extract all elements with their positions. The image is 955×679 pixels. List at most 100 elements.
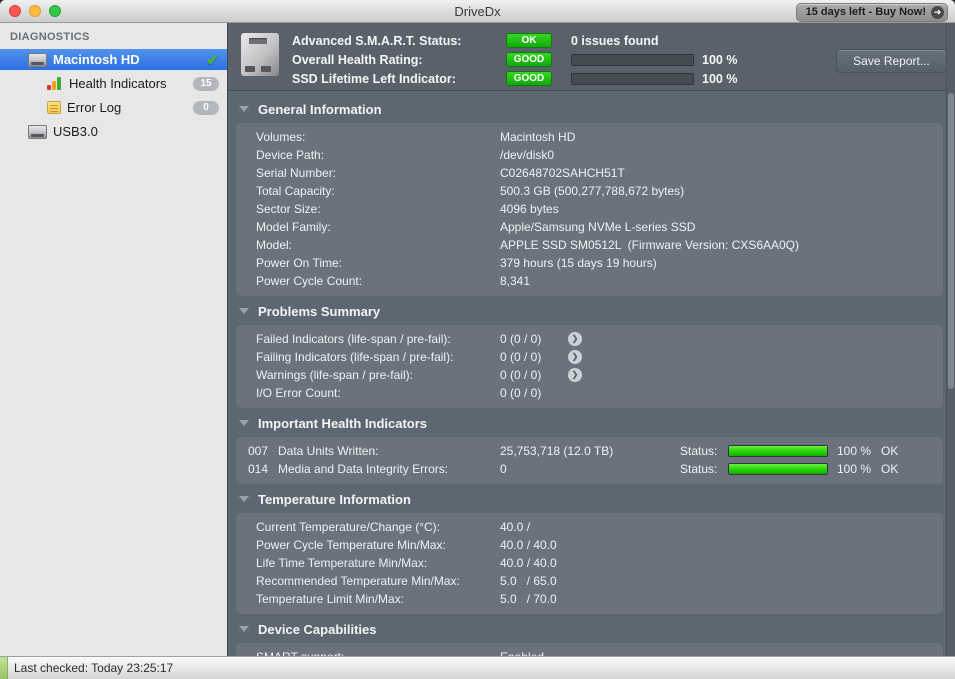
scrollbar-thumb[interactable] <box>948 93 954 389</box>
row-label: Life Time Temperature Min/Max: <box>256 556 428 570</box>
close-button[interactable] <box>9 5 21 17</box>
detail-arrow-button[interactable]: ❯ <box>568 368 582 382</box>
zoom-button[interactable] <box>49 5 61 17</box>
disclosure-triangle-icon[interactable] <box>239 420 249 426</box>
status-text: OK <box>881 462 899 476</box>
row-label: Recommended Temperature Min/Max: <box>256 574 460 588</box>
info-row: Volumes: Macintosh HD <box>236 128 943 146</box>
row-label: Model: <box>256 238 293 252</box>
row-value: 0 (0 / 0) <box>500 386 542 400</box>
row-value: 0 (0 / 0) <box>500 368 542 382</box>
status-progress-bar <box>728 445 828 457</box>
row-label: Model Family: <box>256 220 331 234</box>
section-box: Volumes: Macintosh HD Device Path: /dev/dis… <box>236 123 943 296</box>
info-row: Life Time Temperature Min/Max: 40.0 / 40.… <box>236 554 943 572</box>
status-progress-fill <box>729 464 827 474</box>
row-value: 5.0 / 70.0 <box>500 592 557 606</box>
row-value: C02648702SAHCH51T <box>500 166 625 180</box>
section-header: Device Capabilities <box>228 619 945 639</box>
status-percent: 100 % <box>837 444 872 458</box>
row-value: /dev/disk0 <box>500 148 555 162</box>
minimize-button[interactable] <box>29 5 41 17</box>
section-box: SMART support:Enabled <box>236 643 943 656</box>
row-label: Sector Size: <box>256 202 321 216</box>
row-value: 40.0 / 40.0 <box>500 556 557 570</box>
indicator-label: Media and Data Integrity Errors: <box>278 462 449 476</box>
status-label: Status: <box>680 462 718 476</box>
row-label: Temperature Limit Min/Max: <box>256 592 405 606</box>
row-value: 4096 bytes <box>500 202 559 216</box>
disclosure-triangle-icon[interactable] <box>239 626 249 632</box>
detail-arrow-button[interactable]: ❯ <box>568 350 582 364</box>
sidebar-item-macintosh-hd[interactable]: Macintosh HD ✔ <box>0 49 227 70</box>
row-value: Apple/Samsung NVMe L-series SSD <box>500 220 696 234</box>
info-row: Recommended Temperature Min/Max: 5.0 / 65… <box>236 572 943 590</box>
row-label: Warnings (life-span / pre-fail): <box>256 368 413 382</box>
sections: General Information Volumes: Macintosh HD D… <box>228 91 955 656</box>
sidebar-item-label: Error Log <box>67 100 122 115</box>
info-row: Serial Number: C02648702SAHCH51T <box>236 164 943 182</box>
section-title: Device Capabilities <box>258 621 377 637</box>
save-report-button[interactable]: Save Report... <box>836 49 947 73</box>
info-row: Total Capacity: 500.3 GB (500,277,788,672… <box>236 182 943 200</box>
drive-icon <box>28 52 47 67</box>
status-progress-fill <box>729 446 827 456</box>
sidebar-item-health-indicators[interactable]: Health Indicators 15 <box>0 73 227 94</box>
status-badge: OK <box>506 33 552 48</box>
detail-arrow-button[interactable]: ❯ <box>568 332 582 346</box>
checkmark-icon: ✔ <box>206 51 219 69</box>
info-row: Failing Indicators (life-span / pre-fail… <box>236 348 943 366</box>
section-header: Problems Summary <box>228 301 945 321</box>
row-label: Power Cycle Count: <box>256 274 363 288</box>
row-value: Macintosh HD <box>500 130 576 144</box>
sidebar-item-usb3[interactable]: USB3.0 <box>0 121 227 142</box>
info-row: Temperature Limit Min/Max: 5.0 / 70.0 <box>236 590 943 608</box>
sidebar-item-error-log[interactable]: Error Log 0 <box>0 97 227 118</box>
count-badge: 0 <box>193 100 219 115</box>
traffic-lights <box>9 5 61 17</box>
sidebar-item-label: Macintosh HD <box>53 52 140 67</box>
disclosure-triangle-icon[interactable] <box>239 496 249 502</box>
indicator-label: Data Units Written: <box>278 444 379 458</box>
row-value: 379 hours (15 days 19 hours) <box>500 256 657 270</box>
row-value: 0 (0 / 0) <box>500 350 542 364</box>
section-title: Problems Summary <box>258 303 381 319</box>
row-value: 5.0 / 65.0 <box>500 574 557 588</box>
row-label: Total Capacity: <box>256 184 335 198</box>
info-row: Model: APPLE SSD SM0512L (Firmware Versio… <box>236 236 943 254</box>
section-header: General Information <box>228 99 945 119</box>
health-indicator-row: 007 Data Units Written: 25,753,718 (12.0 T… <box>236 442 943 460</box>
row-value: 40.0 / 40.0 <box>500 538 557 552</box>
progress-bar <box>571 53 694 66</box>
title-bar: DriveDx 15 days left - Buy Now! ➜ <box>0 0 955 23</box>
row-label: Serial Number: <box>256 166 337 180</box>
disclosure-triangle-icon[interactable] <box>239 106 249 112</box>
main-area: DIAGNOSTICS Macintosh HD ✔ Health Indica… <box>0 23 955 656</box>
section-box: Current Temperature/Change (°C): 40.0 / Po… <box>236 513 943 614</box>
status-badge: GOOD <box>506 71 552 86</box>
status-bar: Last checked: Today 23:25:17 <box>0 656 955 679</box>
row-label: Volumes: <box>256 130 306 144</box>
scrollbar-track[interactable] <box>946 23 955 656</box>
buy-now-button[interactable]: 15 days left - Buy Now! ➜ <box>795 3 948 22</box>
indicator-value: 0 <box>500 462 507 476</box>
status-label: Status: <box>680 444 718 458</box>
summary-label: Advanced S.M.A.R.T. Status: <box>292 33 462 48</box>
disclosure-triangle-icon[interactable] <box>239 308 249 314</box>
sidebar: DIAGNOSTICS Macintosh HD ✔ Health Indica… <box>0 23 228 656</box>
row-value: 8,341 <box>500 274 531 288</box>
health-indicator-strip <box>0 657 8 679</box>
row-value: 500.3 GB (500,277,788,672 bytes) <box>500 184 685 198</box>
row-label: Power On Time: <box>256 256 343 270</box>
info-row: Model Family: Apple/Samsung NVMe L-series… <box>236 218 943 236</box>
info-row: Sector Size: 4096 bytes <box>236 200 943 218</box>
status-badge: GOOD <box>506 52 552 67</box>
row-value: APPLE SSD SM0512L (Firmware Version: CXS… <box>500 238 800 252</box>
summary-row-health-rating: Overall Health Rating: GOOD 100 % <box>292 50 737 69</box>
status-percent: 100 % <box>837 462 872 476</box>
summary-label: Overall Health Rating: <box>292 52 423 67</box>
info-row: Warnings (life-span / pre-fail): 0 (0 / 0… <box>236 366 943 384</box>
health-indicator-row: 014 Media and Data Integrity Errors: 0 Stat… <box>236 460 943 478</box>
row-label: Failed Indicators (life-span / pre-fail)… <box>256 332 451 346</box>
error-log-icon <box>47 101 61 114</box>
